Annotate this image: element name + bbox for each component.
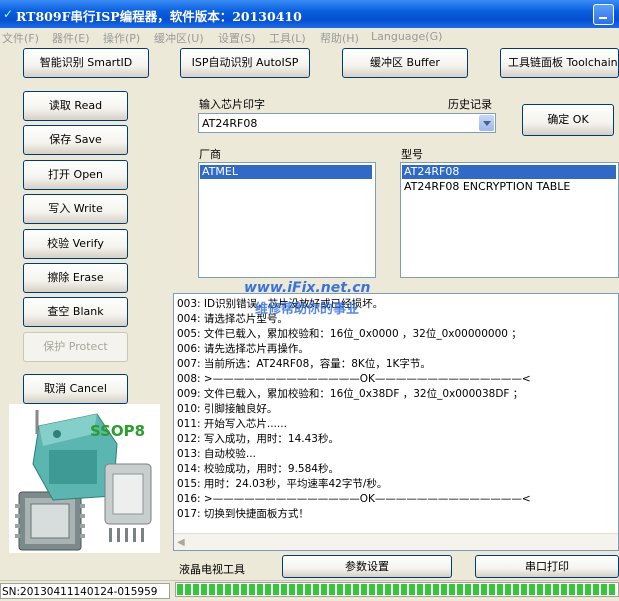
open-button[interactable]: 打开 Open <box>23 160 128 190</box>
vendor-list[interactable]: ATMEL <box>198 162 376 278</box>
smartid-button[interactable]: 智能识别 SmartID <box>23 48 149 78</box>
log-line: 015: 用时：24.03秒，平均速率42字节/秒。 <box>177 478 388 490</box>
autoisp-label: ISP自动识别 AutoISP <box>191 56 299 69</box>
menu-tools[interactable]: 工具(L) <box>269 30 306 46</box>
menu-settings[interactable]: 设置(S) <box>218 30 256 46</box>
progress-bar <box>175 582 619 597</box>
vendor-item-atmel[interactable]: ATMEL <box>200 165 372 179</box>
protect-label: 保护 Protect <box>43 340 108 353</box>
chip-marking-combo[interactable]: AT24RF08 <box>198 113 496 133</box>
log-area[interactable]: 003: ID识别错误，芯片没放好或已经损坏。 004: 请选择芯片型号。 00… <box>173 293 619 551</box>
minimize-button[interactable] <box>593 4 614 25</box>
params-button[interactable]: 参数设置 <box>282 555 452 578</box>
verify-button[interactable]: 校验 Verify <box>23 229 128 259</box>
read-label: 读取 Read <box>48 99 103 112</box>
save-label: 保存 Save <box>49 133 102 146</box>
package-label: SSOP8 <box>90 422 146 440</box>
menu-buffer[interactable]: 缓冲区(U) <box>154 30 204 46</box>
menu-file[interactable]: 文件(F) <box>2 30 39 46</box>
chevron-down-icon[interactable] <box>479 115 494 131</box>
ok-button[interactable]: 确定 OK <box>522 104 614 136</box>
write-button[interactable]: 写入 Write <box>23 194 128 224</box>
params-label: 参数设置 <box>345 560 389 573</box>
watermark-slogan: 维修帮助你的事业 <box>255 302 360 317</box>
buffer-button[interactable]: 缓冲区 Buffer <box>342 48 468 78</box>
model-list[interactable]: AT24RF08 AT24RF08 ENCRYPTION TABLE <box>400 162 619 278</box>
autoisp-button[interactable]: ISP自动识别 AutoISP <box>180 48 310 78</box>
progress-fill <box>177 584 617 595</box>
log-line: 016: >——————————————OK——————————————< <box>177 493 531 505</box>
erase-button[interactable]: 擦除 Erase <box>23 263 128 293</box>
serial-print-button[interactable]: 串口打印 <box>475 555 619 578</box>
scroll-left-icon[interactable]: ◀ <box>177 537 185 548</box>
vendor-label: 厂商 <box>199 148 221 161</box>
buffer-label: 缓冲区 Buffer <box>370 56 440 69</box>
app-icon: ✓ <box>3 7 14 21</box>
tv-tool-label: 液晶电视工具 <box>179 563 245 576</box>
device-image: SSOP8 <box>9 404 160 553</box>
cancel-label: 取消 Cancel <box>44 382 107 395</box>
menu-operation[interactable]: 操作(P) <box>103 30 140 46</box>
model-label: 型号 <box>401 148 423 161</box>
blank-button[interactable]: 查空 Blank <box>23 297 128 327</box>
log-horizontal-scrollbar[interactable]: ◀ <box>174 533 618 550</box>
log-line: 009: 文件已载入，累加校验和：16位_0x38DF ，32位_0x00003… <box>177 388 524 400</box>
log-line: 010: 引脚接触良好。 <box>177 403 278 415</box>
log-line: 014: 校验成功，用时：9.584秒。 <box>177 463 339 475</box>
open-label: 打开 Open <box>48 168 103 181</box>
blank-label: 查空 Blank <box>47 305 104 318</box>
log-line: 011: 开始写入芯片...... <box>177 418 287 430</box>
chip-marking-label: 输入芯片印字 <box>199 98 265 111</box>
menu-help[interactable]: 帮助(H) <box>320 30 359 46</box>
log-line: 008: >——————————————OK——————————————< <box>177 373 531 385</box>
smartid-label: 智能识别 SmartID <box>39 56 133 69</box>
ok-label: 确定 OK <box>547 113 589 126</box>
toolchain-button[interactable]: 工具链面板 Toolchain <box>500 48 619 78</box>
log-line: 012: 写入成功，用时：14.43秒。 <box>177 433 339 445</box>
chip-marking-value: AT24RF08 <box>202 117 258 130</box>
log-line: 006: 请先选择芯片再操作。 <box>177 343 309 355</box>
window-title: RT809F串行ISP编程器，软件版本：20130410 <box>16 9 302 24</box>
watermark-url: www.iFix.net.cn <box>244 280 371 296</box>
menu-language[interactable]: Language(G) <box>371 30 442 43</box>
serial-print-label: 串口打印 <box>525 560 569 573</box>
read-button[interactable]: 读取 Read <box>23 91 128 121</box>
erase-label: 擦除 Erase <box>47 271 104 284</box>
log-line: 017: 切换到快捷面板方式！ <box>177 508 309 520</box>
verify-label: 校验 Verify <box>47 237 104 250</box>
toolchain-label: 工具链面板 Toolchain <box>508 56 618 69</box>
history-label: 历史记录 <box>448 98 492 111</box>
save-button[interactable]: 保存 Save <box>23 125 128 155</box>
menu-bar: 文件(F) 器件(E) 操作(P) 缓冲区(U) 设置(S) 工具(L) 帮助(… <box>0 28 619 46</box>
menu-device[interactable]: 器件(E) <box>52 30 90 46</box>
log-line: 007: 当前所选：AT24RF08，容量：8K位，1K字节。 <box>177 358 431 370</box>
log-line: 013: 自动校验... <box>177 448 256 460</box>
title-bar: ✓ RT809F串行ISP编程器，软件版本：20130410 <box>0 0 619 28</box>
cancel-button[interactable]: 取消 Cancel <box>23 374 128 404</box>
log-line: 005: 文件已载入，累加校验和：16位_0x0000 ，32位_0x00000… <box>177 328 522 340</box>
model-item-at24rf08[interactable]: AT24RF08 <box>402 165 616 179</box>
protect-button[interactable]: 保护 Protect <box>23 332 128 362</box>
serial-number: SN:20130411140124-015959 <box>0 583 170 599</box>
model-item-encryption-table[interactable]: AT24RF08 ENCRYPTION TABLE <box>402 180 570 194</box>
write-label: 写入 Write <box>48 202 103 215</box>
